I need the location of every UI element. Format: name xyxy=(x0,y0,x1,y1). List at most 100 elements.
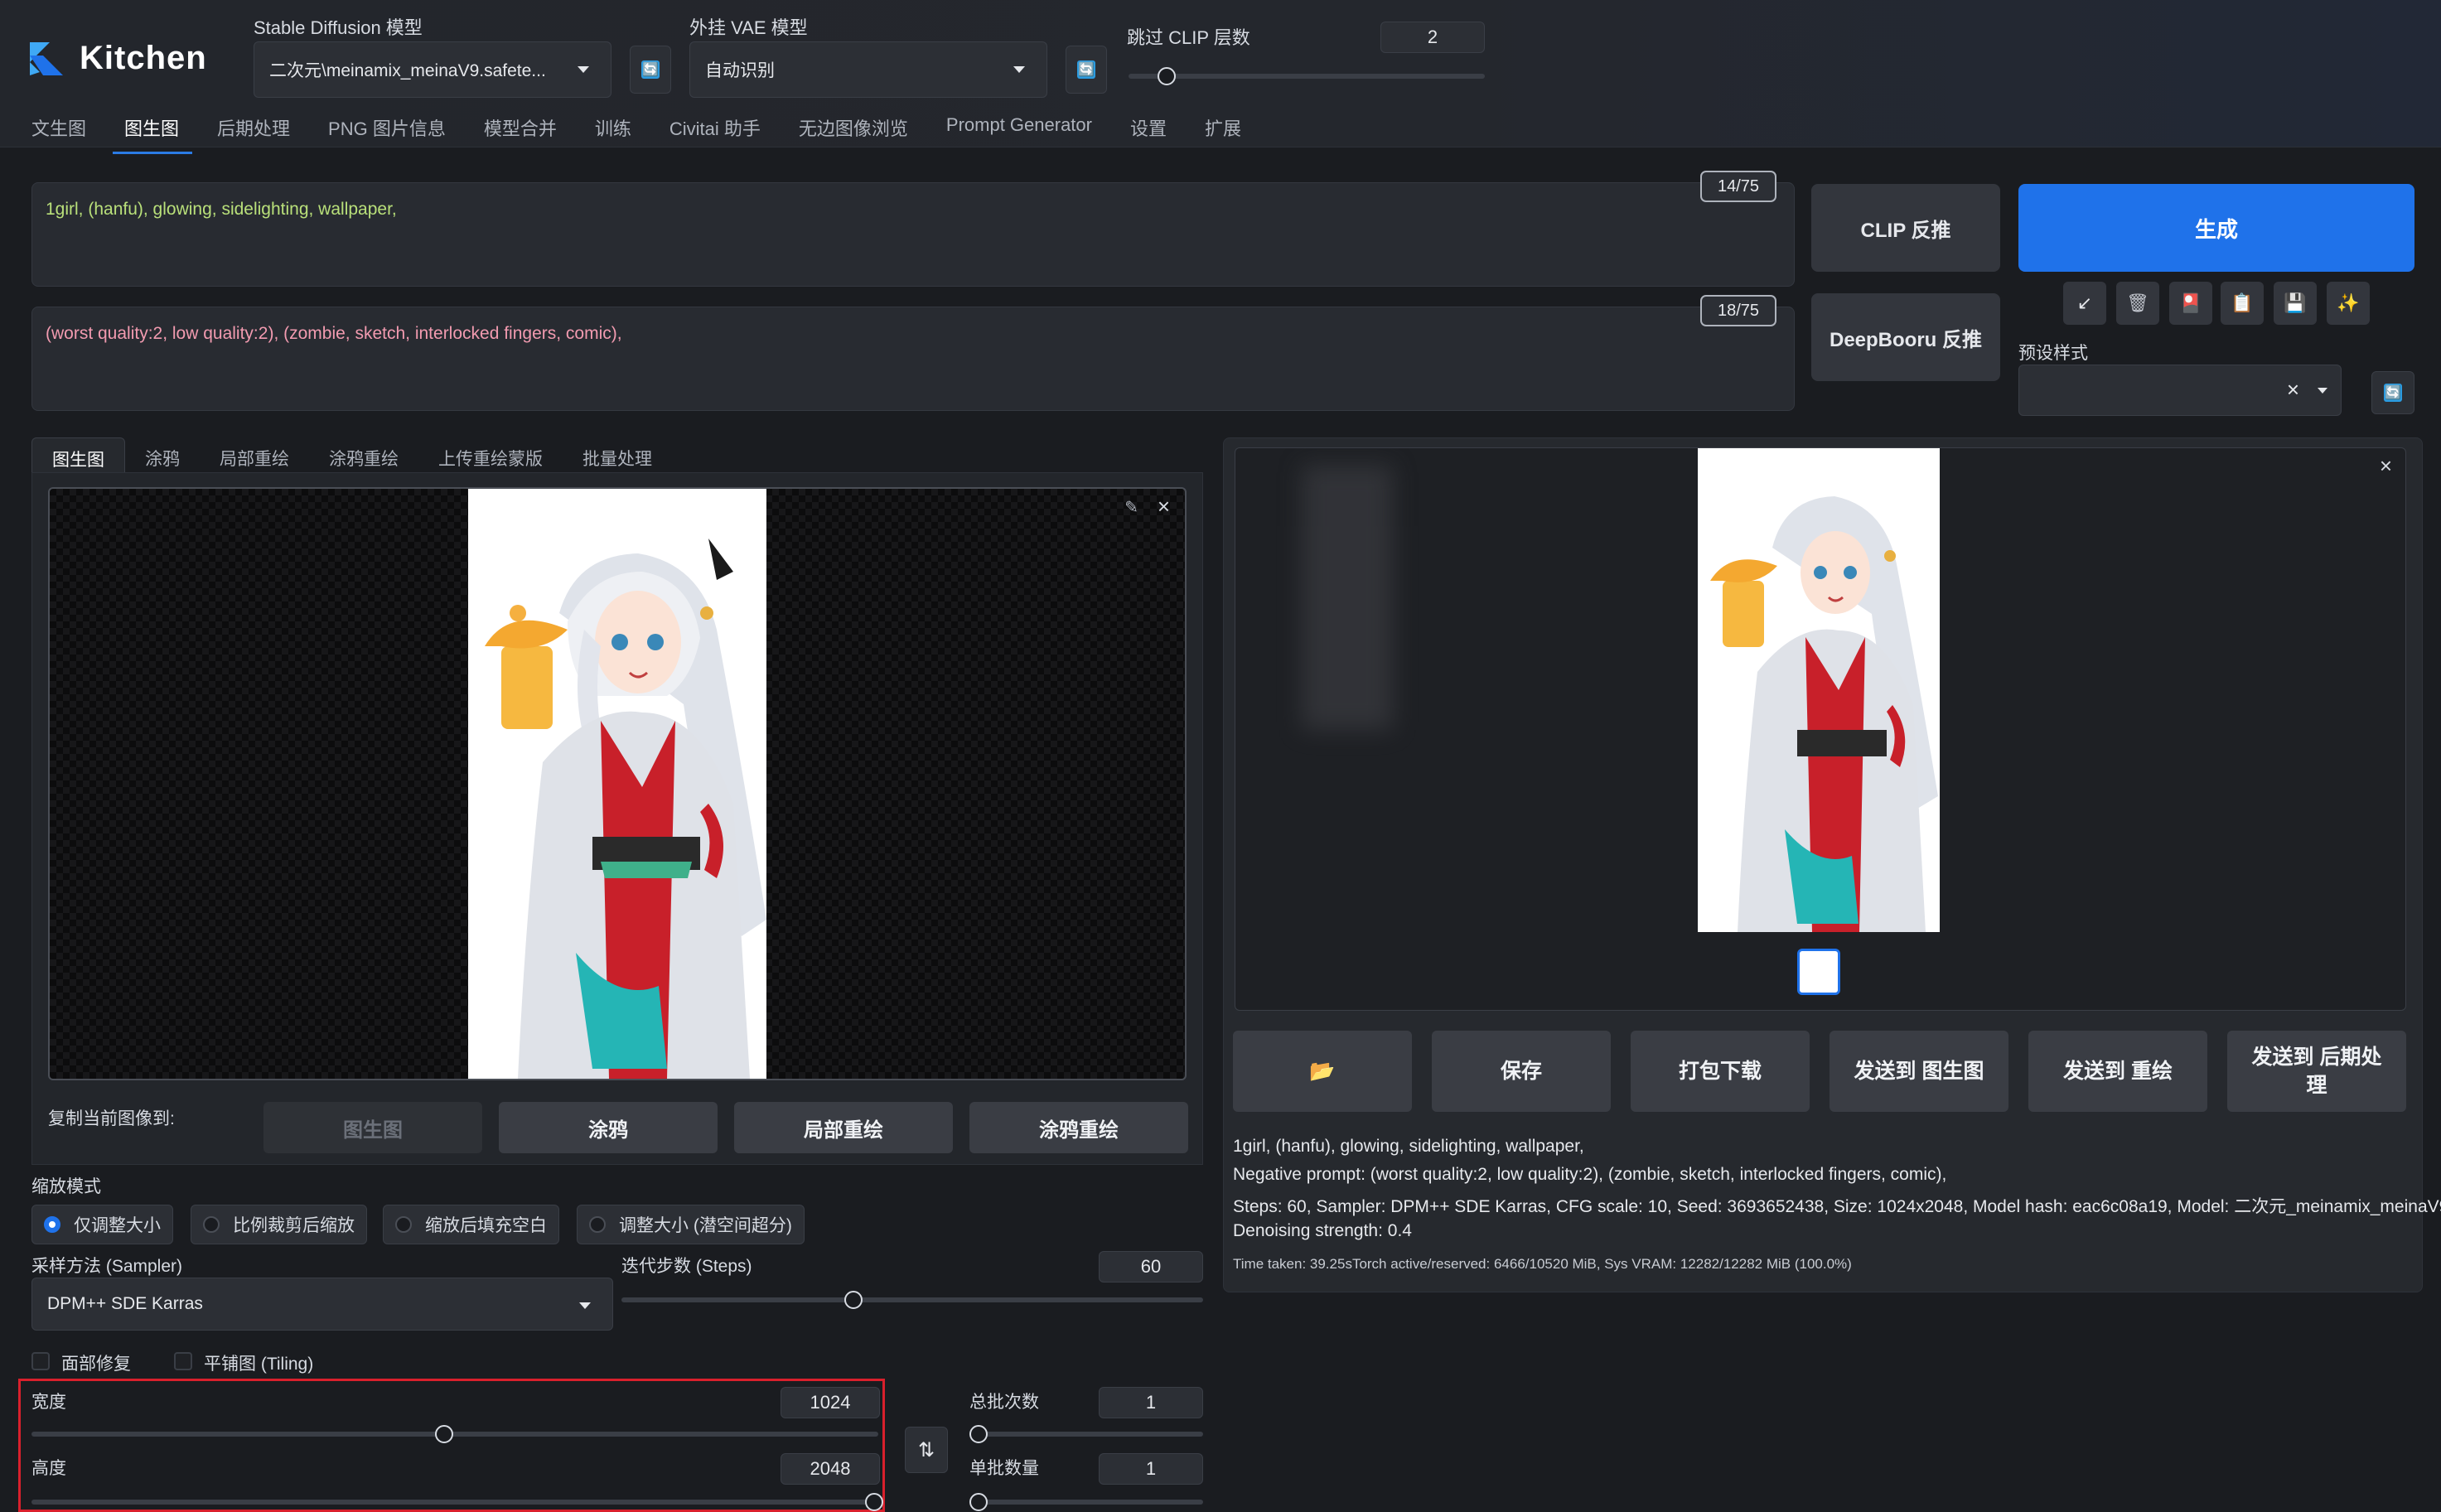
output-thumbnail[interactable] xyxy=(1797,949,1840,995)
sub-tab-img2img[interactable]: 图生图 xyxy=(31,437,125,474)
refresh-icon: 🔄 xyxy=(2384,384,2402,402)
batch-count-slider-track[interactable] xyxy=(969,1432,1203,1437)
face-restore-checkbox[interactable] xyxy=(31,1352,50,1370)
width-input[interactable]: 1024 xyxy=(781,1387,880,1418)
height-slider-track[interactable] xyxy=(31,1500,878,1505)
resize-option-label: 比例裁剪后缩放 xyxy=(233,1216,355,1235)
styles-select[interactable]: × xyxy=(2018,365,2342,416)
batch-count-input[interactable]: 1 xyxy=(1099,1387,1203,1418)
tab-txt2img[interactable]: 文生图 xyxy=(31,114,106,149)
negative-prompt-input[interactable]: (worst quality:2, low quality:2), (zombi… xyxy=(31,307,1795,411)
tab-settings[interactable]: 设置 xyxy=(1130,114,1187,149)
batch-size-slider-thumb[interactable] xyxy=(969,1493,988,1511)
sampler-label: 采样方法 (Sampler) xyxy=(31,1257,183,1276)
height-slider-thumb[interactable] xyxy=(865,1493,883,1511)
extra-networks-icon[interactable]: 🎴 xyxy=(2169,282,2212,325)
tab-train[interactable]: 训练 xyxy=(595,114,651,149)
copy-to-img2img-button[interactable]: 图生图 xyxy=(263,1102,482,1153)
trash-icon[interactable]: 🗑 xyxy=(2116,282,2159,325)
radio-selected-icon xyxy=(44,1216,60,1233)
tab-extras[interactable]: 后期处理 xyxy=(217,114,310,149)
width-slider-track[interactable] xyxy=(31,1432,878,1437)
info-parameters: Steps: 60, Sampler: DPM++ SDE Karras, CF… xyxy=(1233,1197,2441,1216)
steps-input[interactable]: 60 xyxy=(1099,1251,1203,1283)
sd-model-label: Stable Diffusion 模型 xyxy=(254,17,423,38)
clip-skip-slider-track[interactable] xyxy=(1129,74,1485,79)
tiling-checkbox[interactable] xyxy=(174,1352,192,1370)
source-image-canvas[interactable]: ✎ × xyxy=(48,487,1187,1080)
batch-size-input[interactable]: 1 xyxy=(1099,1453,1203,1485)
close-icon[interactable]: × xyxy=(1158,494,1170,519)
copy-to-inpaint-sketch-button[interactable]: 涂鸦重绘 xyxy=(969,1102,1188,1153)
sd-model-refresh-button[interactable]: 🔄 xyxy=(630,46,671,94)
tab-civitai-helper[interactable]: Civitai 助手 xyxy=(669,114,781,149)
clip-skip-slider-thumb[interactable] xyxy=(1158,67,1176,85)
clear-icon[interactable]: × xyxy=(2287,377,2299,403)
batch-size-label: 单批数量 xyxy=(969,1459,1039,1478)
magic-wand-icon[interactable]: ✨ xyxy=(2327,282,2370,325)
open-folder-button[interactable]: 📂 xyxy=(1233,1031,1412,1112)
chevron-down-icon xyxy=(1013,66,1025,73)
batch-count-label: 总批次数 xyxy=(969,1393,1039,1412)
resize-option-label: 仅调整大小 xyxy=(74,1216,161,1235)
clipboard-icon[interactable]: 📋 xyxy=(2221,282,2264,325)
tab-prompt-generator[interactable]: Prompt Generator xyxy=(946,114,1112,149)
steps-slider-track[interactable] xyxy=(621,1297,1203,1302)
copy-to-inpaint-button[interactable]: 局部重绘 xyxy=(734,1102,953,1153)
sampler-value: DPM++ SDE Karras xyxy=(47,1294,203,1313)
generate-button[interactable]: 生成 xyxy=(2018,184,2414,272)
send-to-extras-button[interactable]: 发送到 后期处理 xyxy=(2227,1031,2406,1112)
sd-model-select[interactable]: 二次元\meinamix_meinaV9.safete... xyxy=(254,41,611,98)
sampler-select[interactable]: DPM++ SDE Karras xyxy=(31,1278,613,1331)
steps-slider-thumb[interactable] xyxy=(844,1291,863,1309)
resize-option-resize-fill[interactable]: 缩放后填充空白 xyxy=(383,1205,559,1244)
sub-tab-sketch[interactable]: 涂鸦 xyxy=(125,437,200,474)
tab-img2img[interactable]: 图生图 xyxy=(113,114,199,154)
resize-option-just-resize[interactable]: 仅调整大小 xyxy=(31,1205,173,1244)
info-negative-prompt: Negative prompt: (worst quality:2, low q… xyxy=(1233,1165,1947,1184)
sub-tab-batch[interactable]: 批量处理 xyxy=(563,437,672,474)
tab-png-info[interactable]: PNG 图片信息 xyxy=(328,114,466,149)
clip-interrogate-button[interactable]: CLIP 反推 xyxy=(1811,184,2000,272)
tab-extensions[interactable]: 扩展 xyxy=(1205,114,1261,149)
tab-model-merge[interactable]: 模型合并 xyxy=(484,114,577,149)
styles-refresh-button[interactable]: 🔄 xyxy=(2371,371,2414,414)
radio-icon xyxy=(589,1216,606,1233)
resize-option-latent-upscale[interactable]: 调整大小 (潜空间超分) xyxy=(577,1205,805,1244)
send-to-inpaint-button[interactable]: 发送到 重绘 xyxy=(2028,1031,2207,1112)
chevron-down-icon xyxy=(578,66,589,73)
vae-select[interactable]: 自动识别 xyxy=(689,41,1047,98)
steps-label: 迭代步数 (Steps) xyxy=(621,1257,752,1276)
edit-icon[interactable]: ✎ xyxy=(1124,497,1138,518)
send-to-img2img-button[interactable]: 发送到 图生图 xyxy=(1830,1031,2008,1112)
positive-prompt-input[interactable]: 1girl, (hanfu), glowing, sidelighting, w… xyxy=(31,182,1795,287)
width-slider-thumb[interactable] xyxy=(435,1425,453,1443)
info-time-taken: Time taken: 39.25sTorch active/reserved:… xyxy=(1233,1256,1852,1272)
close-icon[interactable]: × xyxy=(2380,453,2392,479)
sub-tab-inpaint[interactable]: 局部重绘 xyxy=(200,437,309,474)
resize-option-crop-resize[interactable]: 比例裁剪后缩放 xyxy=(191,1205,367,1244)
output-image[interactable] xyxy=(1698,448,1940,932)
save-style-icon[interactable]: 💾 xyxy=(2274,282,2317,325)
styles-label: 预设样式 xyxy=(2018,344,2088,363)
vae-refresh-button[interactable]: 🔄 xyxy=(1066,46,1107,94)
swap-dimensions-button[interactable]: ⇅ xyxy=(905,1427,948,1473)
blurred-preview xyxy=(1302,465,1393,730)
folder-icon: 📂 xyxy=(1309,1059,1336,1083)
tab-image-browser[interactable]: 无边图像浏览 xyxy=(799,114,928,149)
save-button[interactable]: 保存 xyxy=(1432,1031,1611,1112)
copy-to-sketch-button[interactable]: 涂鸦 xyxy=(499,1102,718,1153)
sub-tab-inpaint-upload[interactable]: 上传重绘蒙版 xyxy=(418,437,563,474)
face-restore-label: 面部修复 xyxy=(61,1355,131,1374)
output-gallery[interactable]: × xyxy=(1235,447,2406,1011)
batch-count-slider-thumb[interactable] xyxy=(969,1425,988,1443)
copy-to-label: 复制当前图像到: xyxy=(48,1109,175,1128)
sub-tab-inpaint-sketch[interactable]: 涂鸦重绘 xyxy=(309,437,418,474)
clip-skip-input[interactable]: 2 xyxy=(1380,22,1485,53)
read-params-icon[interactable]: ↙ xyxy=(2063,282,2106,325)
height-input[interactable]: 2048 xyxy=(781,1453,880,1485)
deepbooru-interrogate-button[interactable]: DeepBooru 反推 xyxy=(1811,293,2000,381)
kitchen-logo-icon xyxy=(28,41,65,77)
zip-download-button[interactable]: 打包下载 xyxy=(1631,1031,1810,1112)
batch-size-slider-track[interactable] xyxy=(969,1500,1203,1505)
